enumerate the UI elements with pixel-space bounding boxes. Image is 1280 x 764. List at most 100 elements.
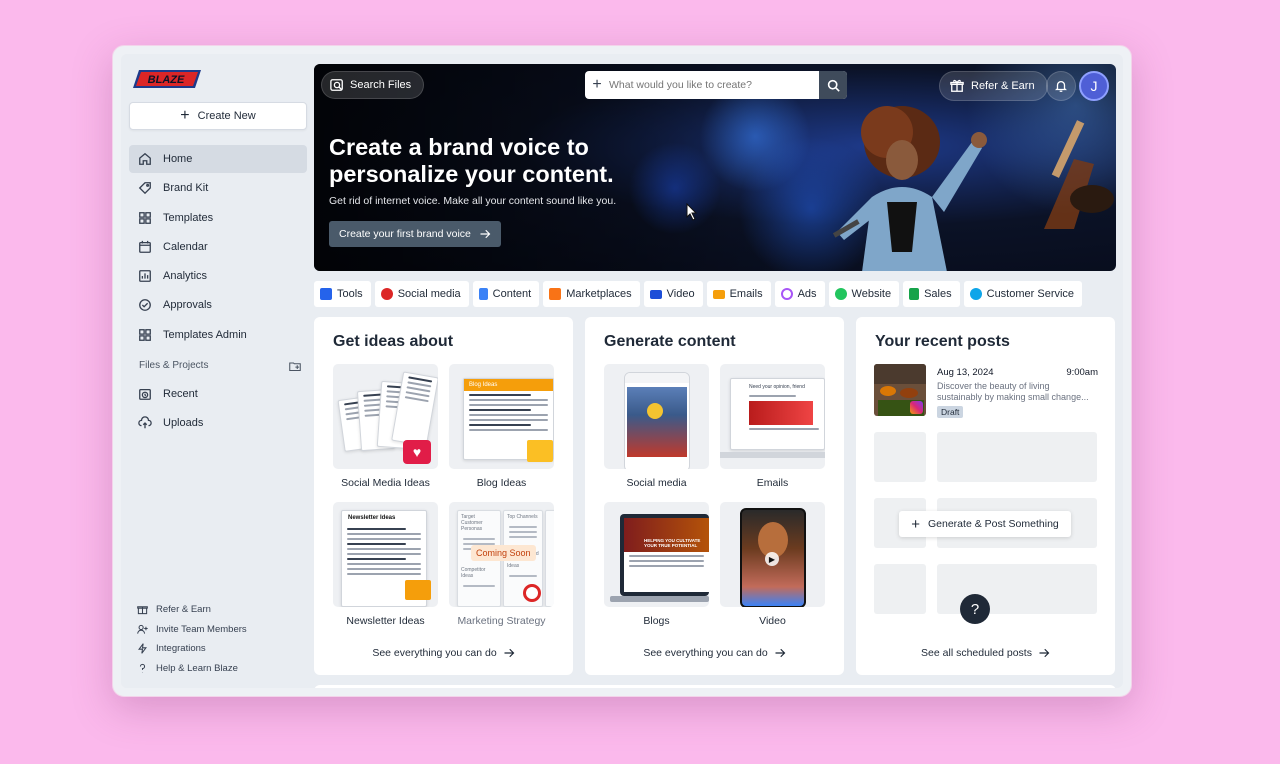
search-button[interactable] bbox=[819, 71, 847, 99]
search-files-button[interactable]: Search Files bbox=[321, 71, 425, 99]
post-thumbnail bbox=[874, 364, 926, 416]
create-brand-voice-button[interactable]: Create your first brand voice bbox=[329, 221, 501, 247]
plus-icon: + bbox=[911, 515, 920, 533]
tab-marketplaces[interactable]: Marketplaces bbox=[543, 281, 640, 307]
email-heading: Need your opinion, friend bbox=[749, 384, 805, 390]
sidebar-item-label: Analytics bbox=[163, 270, 208, 283]
sidebar-item-analytics[interactable]: Analytics bbox=[129, 262, 307, 290]
tab-content[interactable]: Content bbox=[472, 281, 540, 307]
user-plus-icon bbox=[137, 624, 148, 634]
hero-title: Create a brand voice to personalize your… bbox=[329, 134, 614, 187]
notifications-button[interactable] bbox=[1046, 71, 1076, 101]
heart-icon bbox=[380, 288, 393, 300]
mouse-cursor-icon bbox=[686, 203, 698, 221]
tab-video[interactable]: Video bbox=[643, 281, 703, 307]
tile-social-media[interactable]: Social media bbox=[604, 364, 709, 489]
see-everything-link[interactable]: See everything you can do bbox=[585, 647, 844, 659]
create-new-label: Create New bbox=[197, 110, 256, 122]
blaze-logo[interactable]: BLAZE bbox=[133, 68, 201, 90]
question-icon bbox=[139, 663, 146, 673]
tab-label: Social media bbox=[397, 288, 461, 300]
footer-invite-team[interactable]: Invite Team Members bbox=[137, 620, 307, 640]
sidebar-item-uploads[interactable]: Uploads bbox=[129, 409, 307, 437]
see-everything-link[interactable]: See everything you can do bbox=[314, 647, 573, 659]
chart-icon bbox=[137, 268, 153, 284]
grid-icon bbox=[137, 210, 153, 226]
tab-sales[interactable]: Sales bbox=[903, 281, 960, 307]
newsletter-banner: Newsletter Ideas bbox=[348, 515, 396, 521]
tab-social-media[interactable]: Social media bbox=[374, 281, 469, 307]
hero-subtitle: Get rid of internet voice. Make all your… bbox=[329, 195, 617, 207]
tile-emails[interactable]: Need your opinion, friend Emails bbox=[720, 364, 825, 489]
envelope-icon bbox=[712, 289, 725, 299]
tile-newsletter-ideas[interactable]: Newsletter Ideas Newsletter Ideas bbox=[333, 502, 438, 627]
emails-thumbnail: Need your opinion, friend bbox=[720, 364, 825, 469]
arrow-right-icon bbox=[775, 648, 786, 658]
sidebar-item-recent[interactable]: Recent bbox=[129, 380, 307, 408]
tile-blog-ideas[interactable]: Blog Ideas Blog Ideas bbox=[449, 364, 554, 489]
tab-emails[interactable]: Emails bbox=[706, 281, 771, 307]
tab-tools[interactable]: Tools bbox=[314, 281, 371, 307]
sidebar-item-label: Templates bbox=[163, 211, 214, 224]
bell-icon bbox=[1055, 80, 1067, 92]
create-search-input[interactable] bbox=[609, 79, 819, 91]
tab-ads[interactable]: Ads bbox=[774, 281, 825, 307]
arrow-right-icon bbox=[1039, 648, 1050, 658]
next-section-edge bbox=[314, 685, 1116, 688]
refer-earn-button[interactable]: Refer & Earn bbox=[939, 71, 1048, 101]
blogs-thumbnail: HELPING YOU CULTIVATE YOUR TRUE POTENTIA… bbox=[604, 502, 709, 607]
sidebar-item-home[interactable]: Home bbox=[129, 145, 307, 173]
recent-post-item[interactable]: Aug 13, 2024 9:00am Discover the beauty … bbox=[874, 364, 1098, 419]
recent-posts-card: Your recent posts Aug 13, 2024 9:00am Di… bbox=[856, 317, 1115, 675]
blog-ideas-banner: Blog Ideas bbox=[464, 379, 553, 391]
generate-title: Generate content bbox=[604, 333, 736, 350]
footer-help[interactable]: Help & Learn Blaze bbox=[137, 659, 307, 679]
main-nav: Home Brand Kit Templates Calendar Analyt… bbox=[129, 145, 307, 350]
tab-label: Video bbox=[666, 288, 695, 300]
tab-customer-service[interactable]: Customer Service bbox=[963, 281, 1083, 307]
sidebar-item-brand-kit[interactable]: Brand Kit bbox=[129, 174, 307, 202]
footer-refer-earn[interactable]: Refer & Earn bbox=[137, 600, 307, 620]
tab-website[interactable]: Website bbox=[828, 281, 900, 307]
add-folder-icon[interactable] bbox=[289, 360, 301, 372]
generate-post-button[interactable]: + Generate & Post Something bbox=[899, 511, 1071, 537]
user-avatar[interactable]: J bbox=[1079, 71, 1109, 101]
help-button[interactable]: ? bbox=[960, 594, 990, 624]
footer-item-label: Integrations bbox=[156, 643, 206, 655]
tile-label: Blogs bbox=[643, 615, 670, 627]
ideas-card: Get ideas about ♥ Social Media Ideas Blo… bbox=[314, 317, 573, 675]
tile-blogs[interactable]: HELPING YOU CULTIVATE YOUR TRUE POTENTIA… bbox=[604, 502, 709, 627]
document-icon bbox=[478, 288, 488, 300]
refer-earn-label: Refer & Earn bbox=[971, 80, 1035, 92]
sidebar-item-label: Templates Admin bbox=[163, 328, 247, 341]
search-files-icon bbox=[330, 79, 343, 91]
post-date: Aug 13, 2024 bbox=[937, 367, 994, 378]
see-all-label: See everything you can do bbox=[372, 647, 497, 659]
sidebar-item-templates-admin[interactable]: Templates Admin bbox=[129, 321, 307, 349]
logo-text: BLAZE bbox=[148, 74, 185, 86]
play-icon: ▶ bbox=[765, 552, 779, 566]
tile-social-media-ideas[interactable]: ♥ Social Media Ideas bbox=[333, 364, 438, 489]
gift-icon bbox=[137, 606, 148, 615]
sidebar-item-calendar[interactable]: Calendar bbox=[129, 233, 307, 261]
tab-label: Marketplaces bbox=[566, 288, 632, 300]
tile-label: Social media bbox=[626, 477, 687, 489]
see-scheduled-link[interactable]: See all scheduled posts bbox=[856, 647, 1115, 659]
ideas-title: Get ideas about bbox=[333, 333, 454, 350]
create-new-button[interactable]: + Create New bbox=[129, 102, 307, 130]
sidebar-item-label: Home bbox=[163, 153, 193, 165]
files-projects-label: Files & Projects bbox=[139, 360, 209, 371]
sidebar-item-approvals[interactable]: Approvals bbox=[129, 291, 307, 319]
tab-label: Sales bbox=[924, 288, 952, 300]
tile-label: Blog Ideas bbox=[476, 477, 527, 489]
tile-marketing-strategy[interactable]: Target Customer Personas Competitor Ideas… bbox=[449, 502, 554, 627]
search-files-label: Search Files bbox=[350, 79, 412, 91]
strategy-label: Top Channels bbox=[507, 514, 538, 520]
video-camera-icon bbox=[649, 289, 662, 299]
placeholder-thumb bbox=[874, 564, 926, 614]
tab-label: Content bbox=[492, 288, 532, 300]
post-time: 9:00am bbox=[1066, 367, 1098, 378]
tile-video[interactable]: ▶ Video bbox=[720, 502, 825, 627]
footer-integrations[interactable]: Integrations bbox=[137, 639, 307, 659]
sidebar-item-templates[interactable]: Templates bbox=[129, 204, 307, 232]
